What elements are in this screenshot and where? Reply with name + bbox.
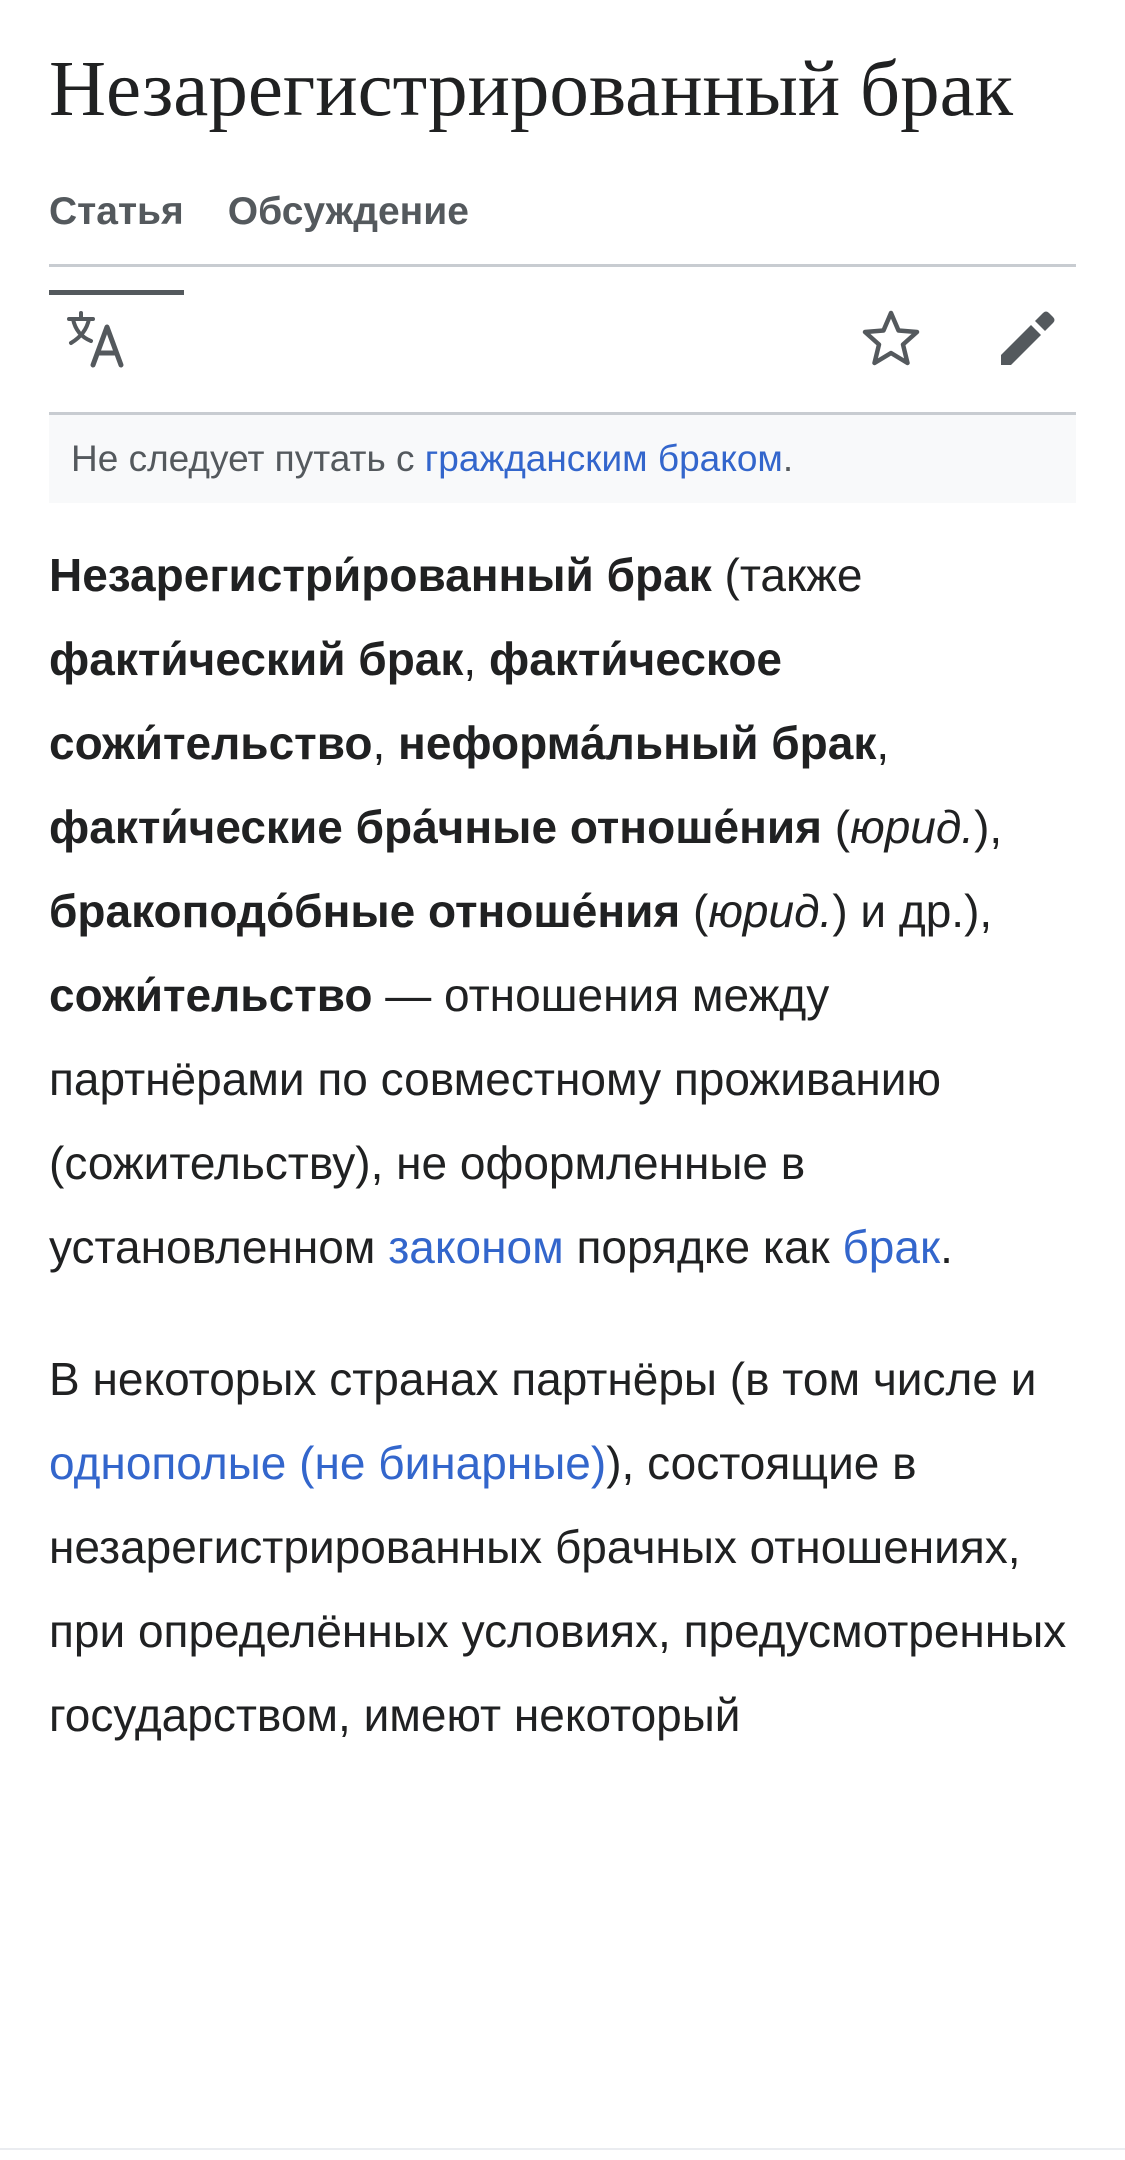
hatnote-suffix: . xyxy=(782,438,794,479)
text-span: ) и др.), xyxy=(832,885,993,937)
term-bold: факти́ческий брак xyxy=(49,633,464,685)
text-span: , xyxy=(463,633,489,685)
text-span: , xyxy=(372,717,399,769)
term-bold: бракоподо́бные отноше́ния xyxy=(49,885,681,937)
text-span: порядке как xyxy=(563,1221,843,1273)
text-span: , xyxy=(876,717,890,769)
language-icon[interactable] xyxy=(63,307,127,371)
hatnote-link-civil-marriage[interactable]: гражданским браком xyxy=(425,438,783,479)
text-span: ( xyxy=(680,885,709,937)
text-span: . xyxy=(940,1221,953,1273)
link-same-sex[interactable]: однополые (не бинарные) xyxy=(49,1437,606,1489)
term-bold: факти́ческие бра́чные отноше́ния xyxy=(49,801,823,853)
second-paragraph: В некоторых странах партнёры (в том числ… xyxy=(49,1337,1076,1757)
tab-article[interactable]: Статья xyxy=(49,188,184,295)
abbreviation-italic: юрид. xyxy=(708,885,833,937)
hatnote-prefix: Не следует путать с xyxy=(71,438,425,479)
tab-bar: Статья Обсуждение xyxy=(49,188,1076,295)
term-bold: Незарегистри́рованный брак xyxy=(49,549,712,601)
hatnote: Не следует путать с гражданским браком. xyxy=(49,415,1076,503)
page-title: Незарегистрированный брак xyxy=(49,46,1014,133)
edit-icon[interactable] xyxy=(993,307,1057,371)
link-law[interactable]: законом xyxy=(388,1221,564,1273)
text-span: ( xyxy=(822,801,851,853)
star-icon[interactable] xyxy=(859,307,923,371)
lead-paragraph: Незарегистри́рованный брак (также факти́… xyxy=(49,533,1076,1289)
article-page: Незарегистрированный брак Статья Обсужде… xyxy=(49,0,1076,1757)
link-marriage[interactable]: брак xyxy=(842,1221,940,1273)
text-span: ), xyxy=(974,801,1003,853)
text-span: В некоторых странах партнёры (в том числ… xyxy=(49,1353,1037,1405)
page-actions-toolbar xyxy=(49,267,1076,415)
tab-discussion[interactable]: Обсуждение xyxy=(228,188,469,264)
bottom-divider xyxy=(0,2148,1125,2150)
text-span: (также xyxy=(711,549,863,601)
abbreviation-italic: юрид. xyxy=(850,801,975,853)
term-bold: неформа́льный брак xyxy=(398,717,877,769)
term-bold: сожи́тельство xyxy=(49,969,373,1021)
